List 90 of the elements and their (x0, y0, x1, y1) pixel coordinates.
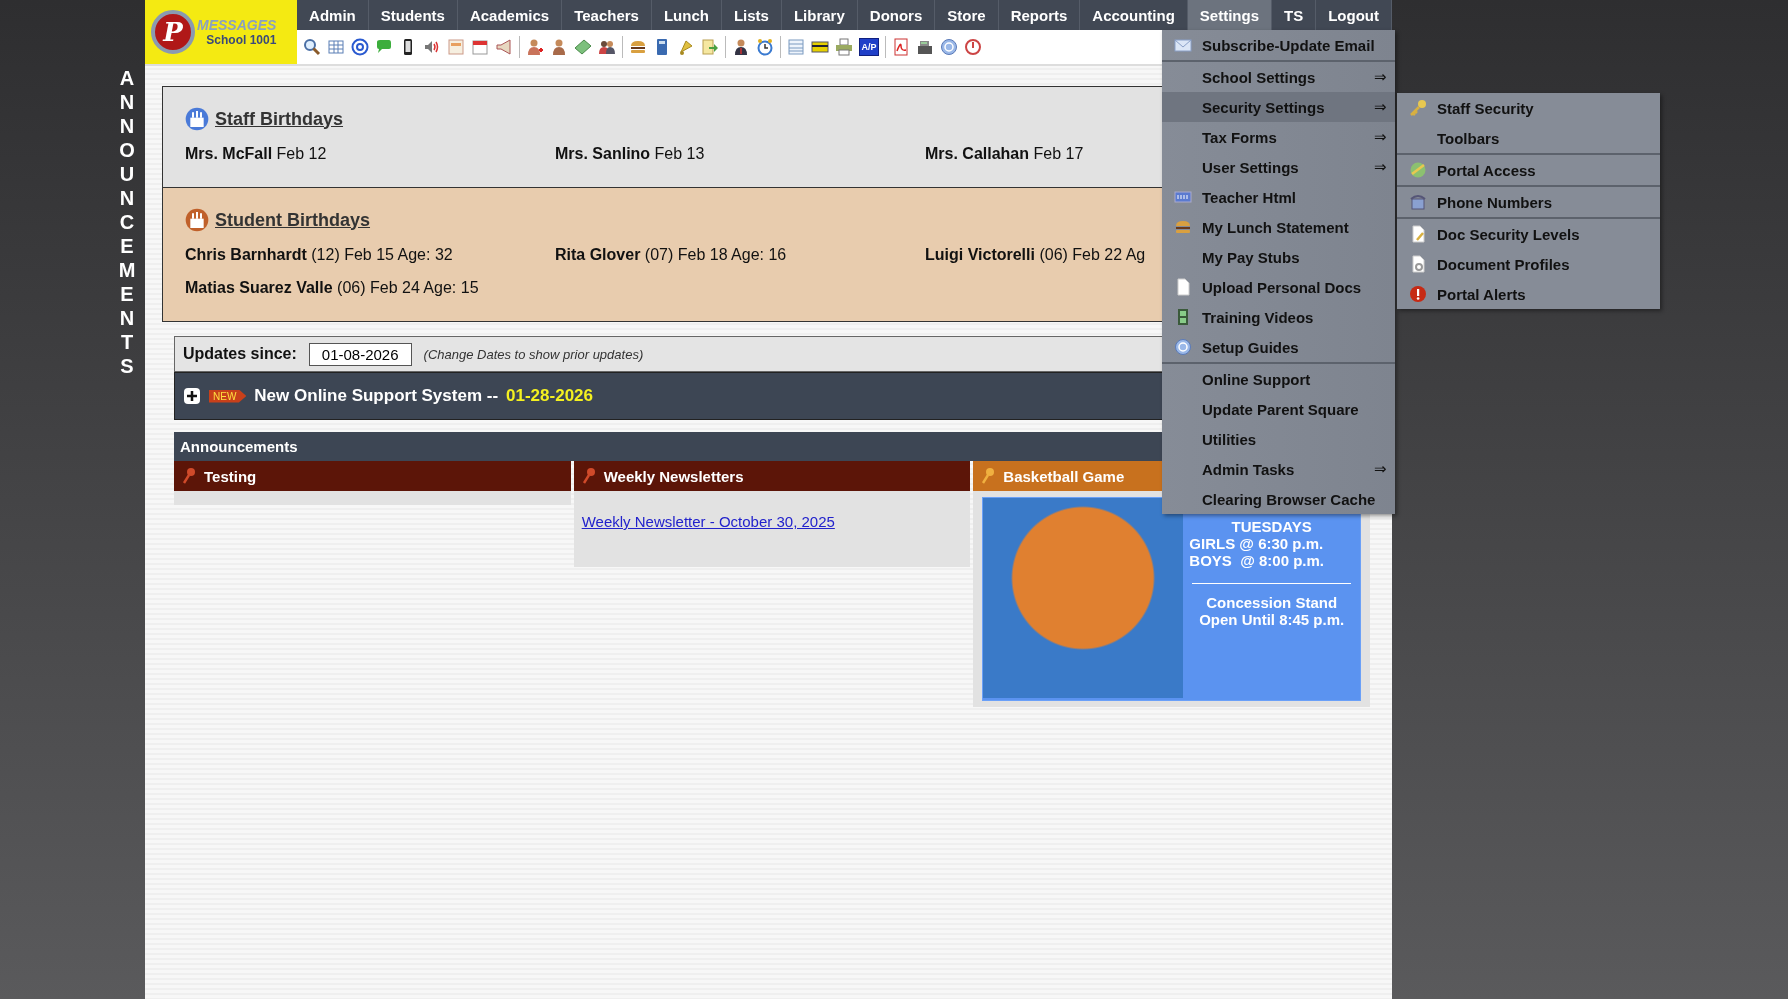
menu-item[interactable]: Update Parent Square (1162, 394, 1395, 424)
vertical-page-title: ANNOUNCEMENTS (117, 66, 137, 378)
menu-tab[interactable]: Store (935, 0, 999, 30)
burger-icon (629, 38, 648, 56)
student-birthdays-link[interactable]: Student Birthdays (215, 209, 370, 231)
menu-tab[interactable]: Admin (297, 0, 369, 30)
menu-tab[interactable]: Teachers (562, 0, 652, 30)
envelope-icon (1174, 36, 1192, 54)
poster-text: GIRLS @ 6:30 p.m. (1188, 535, 1325, 552)
poster-text: Open Until 8:45 p.m. (1199, 611, 1345, 628)
app-logo[interactable]: P MESSAGES School 1001 (145, 0, 298, 64)
megaphone-icon (495, 38, 514, 56)
menu-item[interactable]: User Settings ⇒ (1162, 152, 1395, 182)
menu-item[interactable]: Teacher Html (1162, 182, 1395, 212)
menu-item[interactable]: Toolbars (1397, 123, 1660, 155)
poster-text: BOYS @ 8:00 p.m. (1188, 552, 1325, 569)
newsletter-link[interactable]: Weekly Newsletter - October 30, 2025 (581, 513, 835, 530)
menu-item[interactable]: Tax Forms ⇒ (1162, 122, 1395, 152)
help-icon (940, 38, 959, 56)
cake-icon (185, 107, 209, 131)
column-header: Testing (174, 461, 571, 491)
window-icon (447, 38, 466, 56)
pdf-icon (892, 38, 911, 56)
menu-tab[interactable]: Donors (857, 0, 936, 30)
html-file-icon (1174, 188, 1192, 206)
birthday-entry: Luigi Victorelli (06) Feb 22 Ag (925, 246, 1146, 264)
document-gear-icon (1409, 255, 1427, 273)
key-icon (1409, 99, 1427, 117)
menu-item[interactable]: Doc Security Levels (1397, 219, 1660, 249)
alarm-clock-icon (756, 38, 775, 56)
menu-item[interactable]: Security Settings ⇒ (1162, 92, 1395, 122)
menu-tab[interactable]: Lists (721, 0, 782, 30)
card-icon (811, 38, 830, 56)
menu-item[interactable]: Document Profiles (1397, 249, 1660, 279)
alert-icon (1409, 285, 1427, 303)
menu-item[interactable]: Portal Alerts (1397, 279, 1660, 309)
menu-tab[interactable]: Settings (1187, 0, 1272, 30)
menu-item[interactable]: Portal Access (1397, 155, 1660, 187)
poster-text: TUESDAYS (1231, 518, 1312, 535)
menu-tab[interactable]: Reports (998, 0, 1081, 30)
globe-icon (1409, 161, 1427, 179)
updates-label: Updates since: (183, 345, 297, 363)
menu-tab[interactable]: Lunch (651, 0, 722, 30)
menu-item[interactable]: Upload Personal Docs (1162, 272, 1395, 302)
expand-icon (183, 387, 201, 405)
menu-item[interactable]: School Settings ⇒ (1162, 62, 1395, 92)
news-date: 01-28-2026 (506, 386, 593, 406)
people-icon (598, 38, 617, 56)
burger-icon (1174, 218, 1192, 236)
menu-item[interactable]: Training Videos (1162, 302, 1395, 332)
menu-tab[interactable]: Students (368, 0, 458, 30)
menu-item[interactable]: Online Support (1162, 364, 1395, 394)
staff-birthdays-link[interactable]: Staff Birthdays (215, 108, 344, 130)
cash-register-icon (916, 38, 935, 56)
menu-item[interactable]: Phone Numbers (1397, 187, 1660, 219)
power-icon (964, 38, 983, 56)
date-field[interactable]: 01-08-2026 (308, 342, 412, 366)
grid-icon (327, 38, 346, 56)
birthday-entry: Chris Barnhardt (12) Feb 15 Age: 32 (185, 246, 453, 264)
pushpin-icon (180, 467, 198, 485)
document-icon (1174, 278, 1192, 296)
birthday-entry: Mrs. Callahan Feb 17 (925, 145, 1084, 163)
menu-tab[interactable]: Academics (457, 0, 563, 30)
menu-item[interactable]: Subscribe-Update Email (1162, 30, 1395, 62)
ap-icon[interactable]: A/P (859, 38, 880, 56)
birthday-entry: Mrs. Sanlino Feb 13 (555, 145, 705, 163)
news-title[interactable]: New Online Support System -- (254, 386, 499, 406)
menu-item[interactable]: Staff Security (1397, 93, 1660, 123)
document-key-icon (1409, 225, 1427, 243)
column-header: Weekly Newsletters (573, 461, 971, 491)
birthday-entry: Rita Glover (07) Feb 18 Age: 16 (555, 246, 787, 264)
cake-icon (185, 208, 209, 232)
menu-item[interactable]: My Lunch Statement (1162, 212, 1395, 242)
menu-tab[interactable]: Library (781, 0, 858, 30)
poster-text: Concession Stand (1206, 594, 1338, 611)
printer-icon (835, 38, 854, 56)
birthday-entry: Mrs. McFall Feb 12 (185, 145, 327, 163)
menu-item[interactable]: Setup Guides (1162, 332, 1395, 364)
new-badge: NEW (209, 389, 247, 403)
hint-text: (Change Dates to show prior updates) (423, 346, 644, 362)
telephone-icon (1409, 193, 1427, 211)
calendar-icon (471, 38, 490, 56)
document-arrow-icon (701, 38, 720, 56)
menu-item[interactable]: My Pay Stubs (1162, 242, 1395, 272)
chat-bubble-icon (375, 38, 394, 56)
birthday-entry: Matias Suarez Valle (06) Feb 24 Age: 15 (185, 279, 479, 297)
search-icon (303, 38, 322, 56)
person-add-icon (526, 38, 545, 56)
help-icon (1174, 338, 1192, 356)
table-icon (787, 38, 806, 56)
